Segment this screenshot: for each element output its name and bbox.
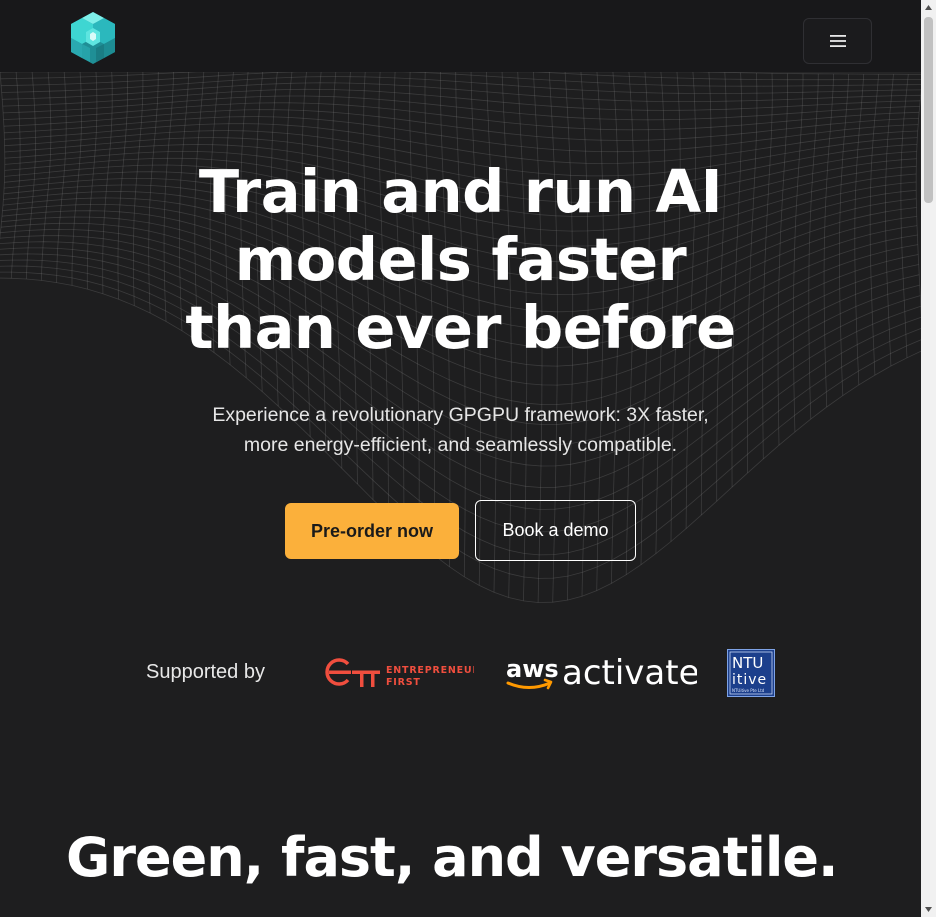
hero-subtitle-line-1: Experience a revolutionary GPGPU framewo… <box>212 404 709 426</box>
hamburger-icon <box>829 35 846 47</box>
book-demo-button[interactable]: Book a demo <box>475 500 636 561</box>
ef-line-1: ENTREPRENEUR <box>386 665 474 676</box>
ntuitive-logo[interactable]: NTU itive NTUitive Pte Ltd <box>727 649 775 697</box>
section-title: Green, fast, and versatile. <box>66 826 839 889</box>
activate-wordmark: activate <box>562 653 697 692</box>
ntu-text: NTU <box>732 654 763 672</box>
menu-button[interactable] <box>803 18 872 64</box>
aws-activate-logo[interactable]: aws activate <box>505 652 697 692</box>
scroll-up-icon[interactable] <box>921 0 936 15</box>
hero-title-line-3: than ever before <box>185 293 736 362</box>
page: Train and run AI models faster than ever… <box>0 0 921 917</box>
hero-section: Train and run AI models faster than ever… <box>0 158 921 460</box>
pre-order-button[interactable]: Pre-order now <box>285 503 459 559</box>
hero-title: Train and run AI models faster than ever… <box>151 158 771 362</box>
hero-title-line-1: Train and run AI <box>198 157 723 226</box>
aws-wordmark: aws <box>506 655 559 683</box>
supported-by-label: Supported by <box>146 661 265 683</box>
hero-title-line-2: models faster <box>234 225 687 294</box>
cta-row: Pre-order now Book a demo <box>0 500 921 561</box>
entrepreneur-first-logo[interactable]: ENTREPRENEUR FIRST <box>322 655 474 689</box>
ntuitive-pte-text: NTUitive Pte Ltd <box>732 688 765 693</box>
supported-by-section: Supported by ENTREPRENEUR FIRST aws acti… <box>0 646 921 700</box>
hero-subtitle-line-2: more energy-efficient, and seamlessly co… <box>243 434 678 456</box>
vertical-scrollbar[interactable] <box>921 0 936 917</box>
ef-line-2: FIRST <box>386 677 421 688</box>
hero-subtitle: Experience a revolutionary GPGPU framewo… <box>181 400 741 460</box>
itive-text: itive <box>732 672 767 688</box>
scroll-thumb[interactable] <box>924 17 933 203</box>
navbar <box>0 0 921 72</box>
cube-m-logo-icon[interactable] <box>68 12 118 66</box>
scroll-down-icon[interactable] <box>921 902 936 917</box>
